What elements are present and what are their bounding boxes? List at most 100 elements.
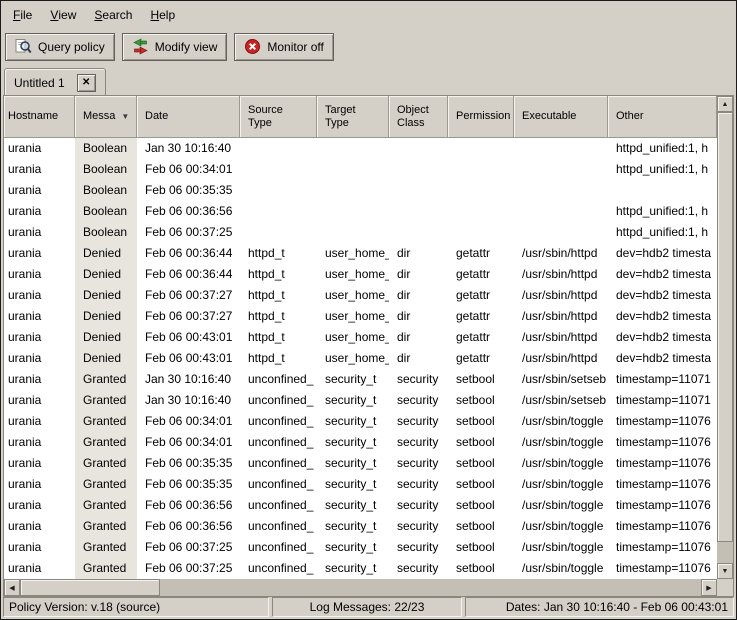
cell-hostname: urania xyxy=(4,348,75,369)
cell-executable: /usr/sbin/httpd xyxy=(514,285,608,306)
column-header-date[interactable]: Date xyxy=(137,96,240,138)
vertical-scrollbar[interactable]: ▲ ▼ xyxy=(717,96,733,579)
column-header-hostname[interactable]: Hostname xyxy=(4,96,75,138)
cell-source-type: httpd_t xyxy=(240,285,317,306)
table-row[interactable]: uraniaBooleanJan 30 10:16:40httpd_unifie… xyxy=(4,138,717,159)
cell-hostname: urania xyxy=(4,516,75,537)
cell-source-type xyxy=(240,180,317,201)
cell-date: Feb 06 00:35:35 xyxy=(137,474,240,495)
horizontal-scrollbar-thumb[interactable] xyxy=(20,579,160,596)
cell-hostname: urania xyxy=(4,201,75,222)
cell-hostname: urania xyxy=(4,369,75,390)
cell-executable xyxy=(514,201,608,222)
cell-date: Feb 06 00:35:35 xyxy=(137,453,240,474)
cell-target-type: security_t xyxy=(317,516,389,537)
table-row[interactable]: uraniaDeniedFeb 06 00:37:27httpd_tuser_h… xyxy=(4,306,717,327)
scroll-right-button[interactable]: ▶ xyxy=(701,579,717,596)
cell-message: Granted xyxy=(75,516,137,537)
column-header-source-type[interactable]: Source Type xyxy=(240,96,317,138)
cell-hostname: urania xyxy=(4,390,75,411)
menu-file[interactable]: File xyxy=(4,1,41,28)
cell-source-type xyxy=(240,159,317,180)
cell-hostname: urania xyxy=(4,285,75,306)
table-row[interactable]: uraniaGrantedFeb 06 00:37:25unconfined_s… xyxy=(4,537,717,558)
cell-hostname: urania xyxy=(4,453,75,474)
column-header-object-class[interactable]: Object Class xyxy=(389,96,448,138)
table-row[interactable]: uraniaGrantedFeb 06 00:37:25unconfined_s… xyxy=(4,558,717,579)
scroll-left-button[interactable]: ◀ xyxy=(4,579,20,596)
cell-other: dev=hdb2 timesta xyxy=(608,264,717,285)
column-header-permission[interactable]: Permission xyxy=(448,96,514,138)
column-header-executable[interactable]: Executable xyxy=(514,96,608,138)
cell-other: dev=hdb2 timesta xyxy=(608,306,717,327)
cell-date: Feb 06 00:37:27 xyxy=(137,285,240,306)
tab-close-button[interactable]: ✕ xyxy=(77,74,96,92)
scroll-up-button[interactable]: ▲ xyxy=(717,96,733,112)
table-row[interactable]: uraniaDeniedFeb 06 00:36:44httpd_tuser_h… xyxy=(4,264,717,285)
cell-object-class: security xyxy=(389,537,448,558)
cell-permission: getattr xyxy=(448,243,514,264)
table-row[interactable]: uraniaGrantedFeb 06 00:35:35unconfined_s… xyxy=(4,453,717,474)
scroll-down-button[interactable]: ▼ xyxy=(717,563,733,579)
vertical-scrollbar-thumb[interactable] xyxy=(717,112,733,542)
table-row[interactable]: uraniaGrantedFeb 06 00:34:01unconfined_s… xyxy=(4,432,717,453)
horizontal-scrollbar[interactable]: ◀ ▶ xyxy=(4,579,717,596)
table-row[interactable]: uraniaGrantedFeb 06 00:36:56unconfined_s… xyxy=(4,516,717,537)
cell-message: Denied xyxy=(75,264,137,285)
table-row[interactable]: uraniaBooleanFeb 06 00:35:35 xyxy=(4,180,717,201)
menu-search[interactable]: Search xyxy=(85,1,141,28)
table-row[interactable]: uraniaGrantedFeb 06 00:35:35unconfined_s… xyxy=(4,474,717,495)
cell-permission xyxy=(448,222,514,243)
table-row[interactable]: uraniaBooleanFeb 06 00:34:01httpd_unifie… xyxy=(4,159,717,180)
column-header-message[interactable]: Messa▼ xyxy=(75,96,137,138)
cell-hostname: urania xyxy=(4,474,75,495)
cell-other: httpd_unified:1, h xyxy=(608,201,717,222)
table-row[interactable]: uraniaDeniedFeb 06 00:36:44httpd_tuser_h… xyxy=(4,243,717,264)
table-row[interactable]: uraniaBooleanFeb 06 00:36:56httpd_unifie… xyxy=(4,201,717,222)
arrow-up-icon: ▲ xyxy=(722,101,729,108)
cell-object-class: dir xyxy=(389,243,448,264)
vertical-scrollbar-trough[interactable] xyxy=(717,112,733,563)
cell-message: Granted xyxy=(75,369,137,390)
cell-other: timestamp=11071 xyxy=(608,369,717,390)
table-row[interactable]: uraniaGrantedFeb 06 00:36:56unconfined_s… xyxy=(4,495,717,516)
monitor-off-label: Monitor off xyxy=(267,40,323,54)
table-row[interactable]: uraniaDeniedFeb 06 00:43:01httpd_tuser_h… xyxy=(4,327,717,348)
table-row[interactable]: uraniaGrantedJan 30 10:16:40unconfined_s… xyxy=(4,369,717,390)
query-policy-button[interactable]: Query policy xyxy=(5,33,115,61)
cell-hostname: urania xyxy=(4,327,75,348)
table-row[interactable]: uraniaGrantedFeb 06 00:34:01unconfined_s… xyxy=(4,411,717,432)
cell-date: Feb 06 00:37:27 xyxy=(137,306,240,327)
table-row[interactable]: uraniaDeniedFeb 06 00:43:01httpd_tuser_h… xyxy=(4,348,717,369)
cell-message: Granted xyxy=(75,453,137,474)
cell-target-type xyxy=(317,180,389,201)
tab-untitled-1[interactable]: Untitled 1 ✕ xyxy=(4,68,106,96)
cell-hostname: urania xyxy=(4,495,75,516)
modify-view-icon xyxy=(132,38,149,55)
cell-hostname: urania xyxy=(4,243,75,264)
cell-permission: getattr xyxy=(448,348,514,369)
modify-view-button[interactable]: Modify view xyxy=(122,33,228,61)
monitor-off-button[interactable]: Monitor off xyxy=(234,33,333,61)
table-row[interactable]: uraniaBooleanFeb 06 00:37:25httpd_unifie… xyxy=(4,222,717,243)
cell-executable: /usr/sbin/setseb xyxy=(514,369,608,390)
cell-executable: /usr/sbin/toggle xyxy=(514,537,608,558)
cell-target-type: security_t xyxy=(317,558,389,579)
cell-executable xyxy=(514,159,608,180)
cell-object-class xyxy=(389,159,448,180)
table-row[interactable]: uraniaDeniedFeb 06 00:37:27httpd_tuser_h… xyxy=(4,285,717,306)
menu-view[interactable]: View xyxy=(41,1,85,28)
cell-date: Jan 30 10:16:40 xyxy=(137,369,240,390)
cell-permission: getattr xyxy=(448,306,514,327)
column-header-other[interactable]: Other xyxy=(608,96,717,138)
cell-target-type: security_t xyxy=(317,432,389,453)
cell-executable: /usr/sbin/toggle xyxy=(514,411,608,432)
column-header-target-type[interactable]: Target Type xyxy=(317,96,389,138)
horizontal-scrollbar-trough[interactable] xyxy=(20,579,701,596)
table-row[interactable]: uraniaGrantedJan 30 10:16:40unconfined_s… xyxy=(4,390,717,411)
menu-help[interactable]: Help xyxy=(141,1,184,28)
cell-hostname: urania xyxy=(4,432,75,453)
cell-target-type xyxy=(317,222,389,243)
cell-date: Jan 30 10:16:40 xyxy=(137,138,240,159)
cell-hostname: urania xyxy=(4,558,75,579)
